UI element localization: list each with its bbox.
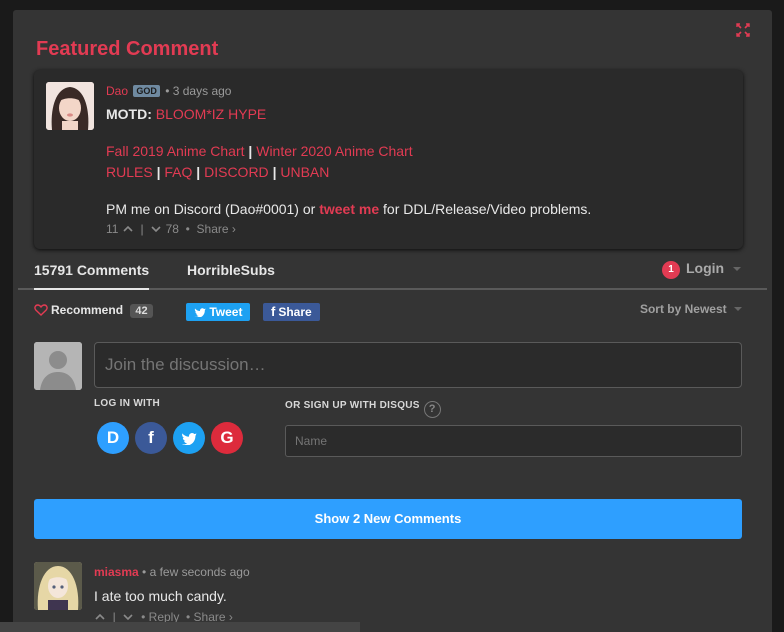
facebook-icon: f [271,304,276,319]
comment-timestamp[interactable]: • a few seconds ago [142,565,250,579]
info-links: RULES | FAQ | DISCORD | UNBAN [106,164,330,180]
link-fall-chart[interactable]: Fall 2019 Anime Chart [106,143,245,159]
recommend-count: 42 [130,304,153,318]
link-winter-chart[interactable]: Winter 2020 Anime Chart [256,143,412,159]
link-unban[interactable]: UNBAN [280,164,329,180]
caret-down-icon [734,307,742,311]
comment-author[interactable]: Dao [106,84,128,98]
bottom-bar [0,622,360,632]
avatar[interactable] [46,82,94,130]
twitter-icon [194,308,206,318]
heart-icon [34,304,48,316]
share-link[interactable]: Share › [197,222,236,236]
tab-community[interactable]: HorribleSubs [187,262,275,278]
login-menu[interactable]: 1 Login [662,260,742,279]
vote-bar: 11 | 78 • Share › [106,222,236,236]
show-new-comments-button[interactable]: Show 2 New Comments [34,499,742,539]
link-discord[interactable]: DISCORD [204,164,269,180]
downvote-count: 78 [165,222,179,236]
pm-line: PM me on Discord (Dao#0001) or tweet me … [106,201,592,217]
comment-author[interactable]: miasma [94,565,139,579]
login-with-label: LOG IN WITH [94,398,161,409]
featured-comment-title: Featured Comment [36,38,219,60]
name-field[interactable] [285,425,742,457]
chevron-up-icon[interactable] [94,612,106,622]
tab-comments[interactable]: 15791 Comments [34,262,150,290]
disqus-login-icon[interactable]: D [97,422,129,454]
discussion-tabs: 15791 Comments HorribleSubs 1 Login [18,250,767,290]
discussion-input[interactable] [94,342,742,388]
avatar[interactable] [34,562,82,610]
facebook-login-icon[interactable]: f [135,422,167,454]
motd-label: MOTD: [106,106,152,122]
motd-line: MOTD: BLOOM*IZ HYPE [106,106,266,122]
signup-with-label: OR SIGN UP WITH DISQUS? [285,400,441,418]
help-icon[interactable]: ? [423,401,441,418]
login-label: Login [686,260,725,276]
chevron-down-icon[interactable] [122,612,134,622]
comment-body: I ate too much candy. [94,588,227,604]
toolbar: Recommend 42 Tweet f Share Sort by Newest [34,301,743,323]
tweet-me-link[interactable]: tweet me [319,201,379,217]
comment-timestamp[interactable]: • 3 days ago [165,84,231,98]
moderator-badge: GOD [133,85,160,97]
facebook-share-button[interactable]: f Share [263,303,320,321]
disqus-panel: Featured Comment Dao GOD • 3 days ago MO… [13,10,772,632]
user-avatar [34,342,82,390]
link-faq[interactable]: FAQ [164,164,192,180]
sort-dropdown[interactable]: Sort by Newest [640,302,743,316]
featured-comment-card: Dao GOD • 3 days ago MOTD: BLOOM*IZ HYPE… [34,70,743,249]
notification-badge[interactable]: 1 [662,261,680,279]
chevron-down-icon[interactable] [150,224,162,234]
link-rules[interactable]: RULES [106,164,153,180]
recommend-button[interactable]: Recommend 42 [34,303,153,318]
close-icon[interactable] [735,22,751,38]
chevron-up-icon[interactable] [122,224,134,234]
tweet-button[interactable]: Tweet [186,303,251,321]
chart-links: Fall 2019 Anime Chart | Winter 2020 Anim… [106,143,413,159]
google-login-icon[interactable]: G [211,422,243,454]
caret-down-icon [733,267,741,271]
twitter-login-icon[interactable] [173,422,205,454]
upvote-count: 11 [106,222,119,236]
motd-text: BLOOM*IZ HYPE [155,106,267,122]
